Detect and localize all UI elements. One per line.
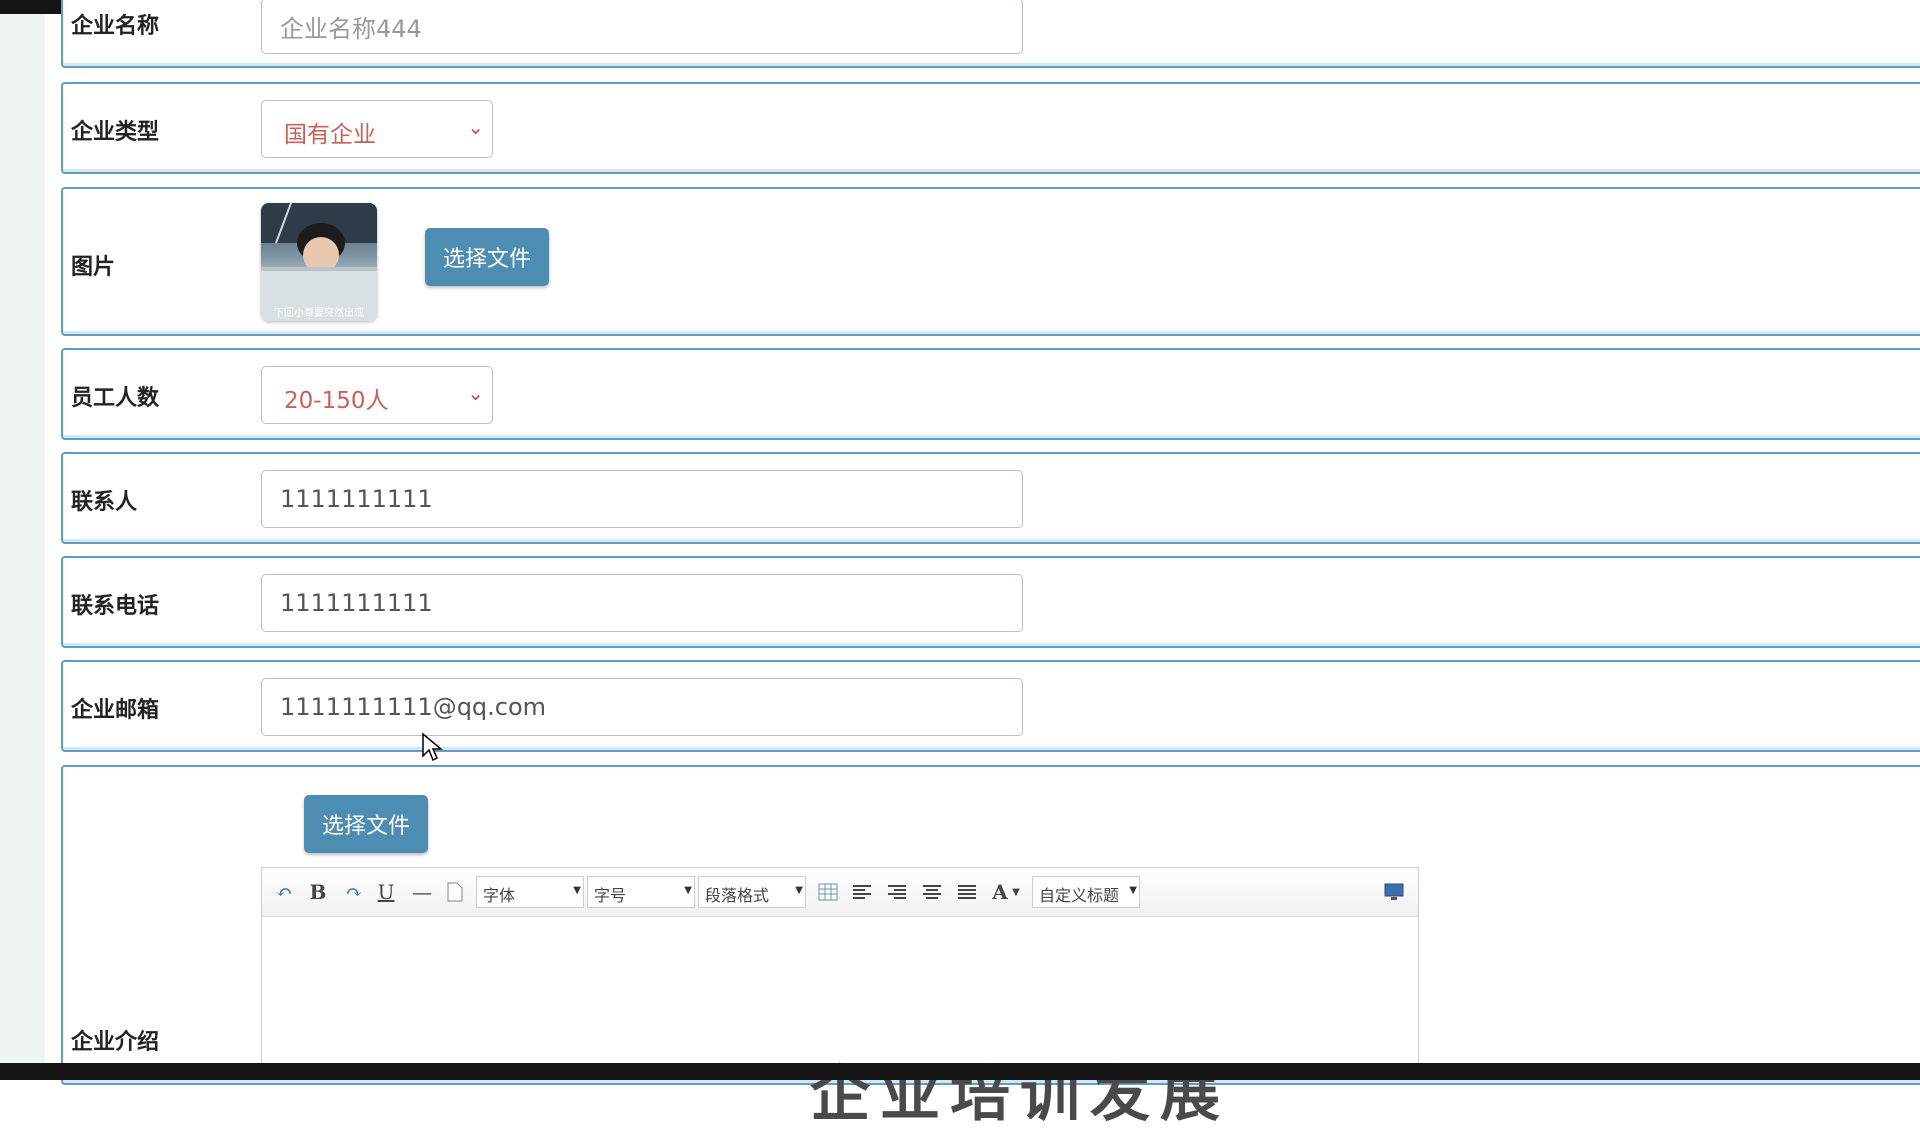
thumbnail-caption: 下回小哥要突然出现 <box>274 308 364 319</box>
contact-label: 联系人 <box>71 490 138 515</box>
font-size-select[interactable]: 字号 ▼ <box>587 876 695 908</box>
email-label: 企业邮箱 <box>71 698 160 723</box>
caret-down-icon: ▼ <box>1129 885 1137 896</box>
redo-icon[interactable]: ↷ <box>342 878 366 906</box>
document-icon[interactable] <box>446 878 464 906</box>
employee-count-label: 员工人数 <box>71 386 160 411</box>
table-icon[interactable] <box>816 878 840 906</box>
mouse-cursor-icon <box>422 732 443 762</box>
monitor-icon[interactable] <box>1382 878 1406 906</box>
rich-text-editor[interactable]: ↶ B ↷ U — 字体 ▼ 字号 ▼ 段落格式 ▼ A ▼ 自定义标题 ▼ 企… <box>261 867 1419 1130</box>
intro-label: 企业介绍 <box>71 1030 160 1055</box>
paragraph-format-select[interactable]: 段落格式 ▼ <box>698 876 806 908</box>
company-name-label: 企业名称 <box>71 14 160 39</box>
font-color-button[interactable]: A <box>990 878 1010 906</box>
row-picture: 图片 下回小哥要突然出现 选择文件 <box>61 187 1920 336</box>
align-right-icon[interactable] <box>885 878 909 906</box>
email-input[interactable] <box>261 678 1023 736</box>
font-family-label: 字体 <box>483 886 516 905</box>
caret-down-icon[interactable]: ▼ <box>1010 878 1022 906</box>
company-type-select[interactable]: 国有企业 ⌄ <box>261 100 493 158</box>
font-size-label: 字号 <box>594 886 627 905</box>
contact-input[interactable] <box>261 470 1023 528</box>
left-sidebar-strip <box>0 14 45 1063</box>
row-company-name: 企业名称 <box>61 0 1920 68</box>
row-employee-count: 员工人数 20-150人 ⌄ <box>61 348 1920 440</box>
align-left-icon[interactable] <box>850 878 874 906</box>
company-type-value: 国有企业 <box>284 122 376 148</box>
caret-down-icon: ▼ <box>573 885 581 896</box>
editor-content-text: 企业培训发展 <box>810 1060 1230 1130</box>
custom-title-label: 自定义标题 <box>1039 886 1120 905</box>
underline-button[interactable]: U <box>376 878 396 906</box>
row-email: 企业邮箱 <box>61 660 1920 752</box>
employee-count-select[interactable]: 20-150人 ⌄ <box>261 366 493 424</box>
bold-button[interactable]: B <box>308 878 328 906</box>
undo-icon[interactable]: ↶ <box>272 878 296 906</box>
company-name-input[interactable] <box>261 0 1023 54</box>
custom-title-select[interactable]: 自定义标题 ▼ <box>1032 876 1140 908</box>
company-type-label: 企业类型 <box>71 120 160 145</box>
font-family-select[interactable]: 字体 ▼ <box>476 876 584 908</box>
align-justify-icon[interactable] <box>955 878 979 906</box>
horizontal-rule-button[interactable]: — <box>410 878 434 906</box>
choose-file-button[interactable]: 选择文件 <box>425 228 549 286</box>
intro-choose-file-button[interactable]: 选择文件 <box>304 795 428 853</box>
phone-input[interactable] <box>261 574 1023 632</box>
bottom-frame-bar <box>0 1063 1920 1080</box>
row-phone: 联系电话 <box>61 556 1920 648</box>
row-intro: 企业介绍 选择文件 ↶ B ↷ U — 字体 ▼ 字号 ▼ 段落格式 ▼ A ▼… <box>61 765 1920 1130</box>
align-center-icon[interactable] <box>920 878 944 906</box>
caret-down-icon: ▼ <box>795 885 803 896</box>
paragraph-format-label: 段落格式 <box>705 886 770 905</box>
picture-label: 图片 <box>71 255 116 280</box>
chevron-down-icon: ⌄ <box>467 381 484 405</box>
row-company-type: 企业类型 国有企业 ⌄ <box>61 82 1920 174</box>
row-contact: 联系人 <box>61 452 1920 544</box>
picture-thumbnail: 下回小哥要突然出现 <box>261 203 377 321</box>
caret-down-icon: ▼ <box>684 885 692 896</box>
chevron-down-icon: ⌄ <box>467 115 484 139</box>
employee-count-value: 20-150人 <box>284 388 389 414</box>
phone-label: 联系电话 <box>71 594 160 619</box>
editor-toolbar: ↶ B ↷ U — 字体 ▼ 字号 ▼ 段落格式 ▼ A ▼ 自定义标题 ▼ <box>262 868 1418 917</box>
